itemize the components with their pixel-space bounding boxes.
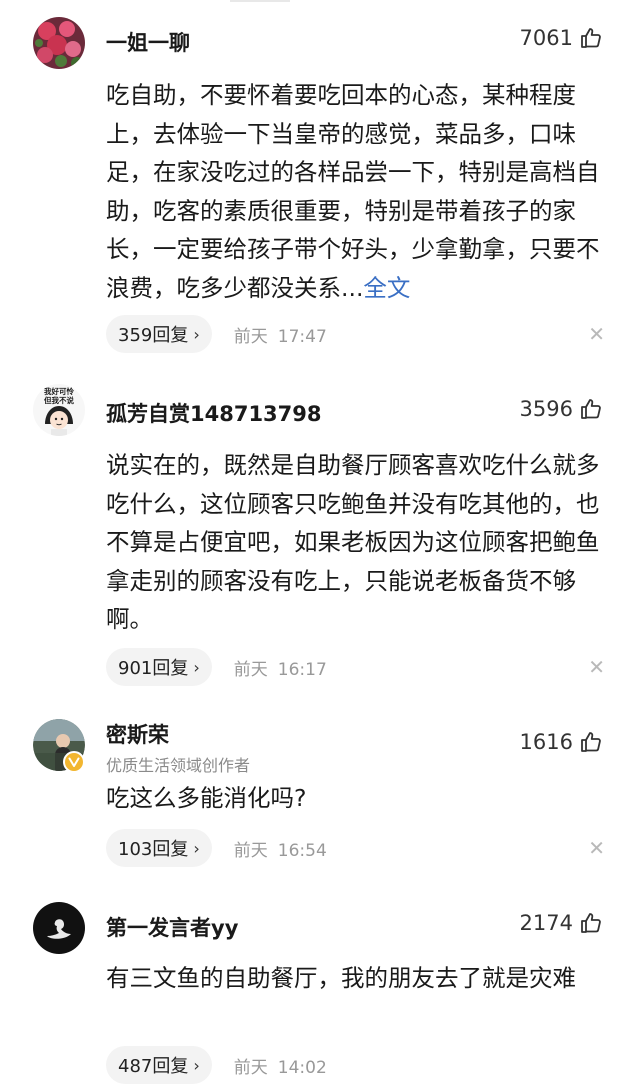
- comment-day: 前天: [233, 326, 268, 347]
- username[interactable]: 一姐一聊: [106, 27, 190, 57]
- comment-time: 16:54: [277, 840, 327, 861]
- thumbs-up-icon: [581, 732, 601, 752]
- avatar[interactable]: [33, 17, 85, 69]
- comment-date: 前天 16:54: [234, 836, 327, 861]
- thumbs-up-icon: [581, 399, 601, 419]
- comment-meta: 487回复 › 前天 14:02: [106, 1046, 327, 1084]
- comment-date: 前天 17:47: [234, 322, 327, 347]
- reply-count: 487回复: [118, 1056, 189, 1077]
- reply-count: 359回复: [118, 325, 189, 346]
- comment-date: 前天 16:17: [234, 655, 327, 680]
- replies-button[interactable]: 359回复 ›: [106, 315, 212, 353]
- chevron-right-icon: ›: [193, 1055, 200, 1075]
- comment-text: 说实在的，既然是自助餐厅顾客喜欢吃什么就多吃什么，这位顾客只吃鲍鱼并没有吃其他的…: [106, 451, 600, 633]
- comment-day: 前天: [233, 659, 268, 680]
- like-button[interactable]: 2174: [520, 911, 603, 935]
- comment-meta: 103回复 › 前天 16:54: [106, 829, 327, 867]
- top-divider: [230, 0, 290, 2]
- comment-text-content: 吃自助，不要怀着要吃回本的心态，某种程度上，去体验一下当皇帝的感觉，菜品多，口味…: [106, 81, 600, 302]
- verified-badge-icon: [63, 751, 85, 773]
- avatar[interactable]: 我好可怜 但我不说: [33, 384, 85, 436]
- thumbs-up-icon: [581, 28, 601, 48]
- comment-day: 前天: [233, 1057, 268, 1078]
- replies-button[interactable]: 901回复 ›: [106, 648, 212, 686]
- like-count: 1616: [519, 730, 573, 754]
- thumbs-up-icon: [581, 913, 601, 933]
- username[interactable]: 密斯荣: [106, 719, 169, 749]
- creator-title: 优质生活领域创作者: [106, 756, 251, 775]
- username[interactable]: 孤芳自赏148713798: [106, 398, 322, 428]
- comment-day: 前天: [233, 840, 268, 861]
- chevron-right-icon: ›: [193, 838, 200, 858]
- comment-meta: 901回复 › 前天 16:17: [106, 648, 327, 686]
- like-count: 2174: [519, 911, 573, 935]
- comment-time: 16:17: [277, 659, 327, 680]
- username[interactable]: 第一发言者yy: [106, 912, 238, 942]
- comment-text: 有三文鱼的自助餐厅，我的朋友去了就是灾难: [106, 964, 576, 992]
- comment-text: 吃自助，不要怀着要吃回本的心态，某种程度上，去体验一下当皇帝的感觉，菜品多，口味…: [106, 76, 606, 307]
- replies-button[interactable]: 103回复 ›: [106, 829, 212, 867]
- avatar[interactable]: [33, 719, 85, 773]
- avatar[interactable]: [33, 902, 85, 954]
- close-icon[interactable]: ✕: [588, 322, 605, 346]
- like-button[interactable]: 7061: [520, 26, 603, 50]
- cartoon-girl-avatar-icon: 我好可怜 但我不说: [33, 384, 85, 436]
- chevron-right-icon: ›: [193, 657, 200, 677]
- reply-count: 901回复: [118, 658, 189, 679]
- comment-meta: 359回复 › 前天 17:47: [106, 315, 327, 353]
- replies-button[interactable]: 487回复 ›: [106, 1046, 212, 1084]
- avatar-text-line2: 但我不说: [43, 395, 74, 405]
- comment-date: 前天 14:02: [234, 1053, 327, 1078]
- like-count: 3596: [519, 397, 573, 421]
- like-button[interactable]: 1616: [520, 730, 603, 754]
- close-icon[interactable]: ✕: [588, 655, 605, 679]
- like-count: 7061: [519, 26, 573, 50]
- comment-time: 14:02: [277, 1057, 327, 1078]
- close-icon[interactable]: ✕: [588, 836, 605, 860]
- comment-text: 吃这么多能消化吗?: [106, 784, 307, 812]
- flower-avatar-icon: [33, 17, 85, 69]
- chevron-right-icon: ›: [193, 324, 200, 344]
- full-text-link[interactable]: 全文: [363, 274, 410, 302]
- swan-avatar-icon: [33, 902, 85, 954]
- comment-time: 17:47: [277, 326, 327, 347]
- like-button[interactable]: 3596: [520, 397, 603, 421]
- reply-count: 103回复: [118, 839, 189, 860]
- avatar-text-line1: 我好可怜: [44, 386, 74, 396]
